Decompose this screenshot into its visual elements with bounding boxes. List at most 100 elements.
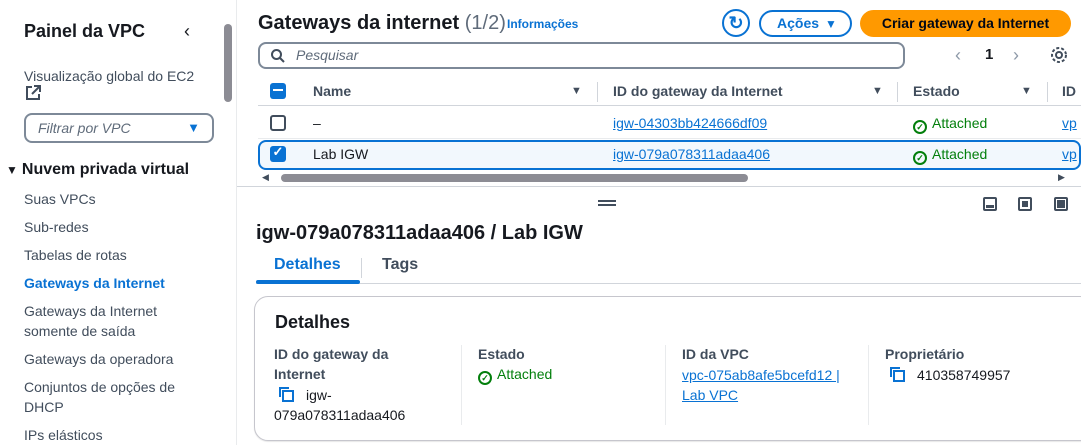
search-icon bbox=[271, 49, 285, 63]
gateway-id-value: igw- bbox=[306, 387, 332, 403]
select-all-checkbox[interactable] bbox=[270, 83, 286, 99]
success-icon: ✓ bbox=[913, 151, 927, 165]
page-title: Gateways da internet (1/2) bbox=[258, 12, 506, 35]
sidebar-item-route-tables[interactable]: Tabelas de rotas bbox=[24, 245, 127, 265]
actions-button[interactable]: Ações ▼ bbox=[759, 10, 852, 37]
column-divider bbox=[461, 345, 462, 425]
state-value: ✓ Attached bbox=[478, 364, 552, 385]
sidebar-link-ec2-global-view[interactable]: Visualização global do EC2 bbox=[24, 66, 194, 86]
cell-gateway-id-link[interactable]: igw-04303bb424666df09 bbox=[613, 115, 767, 131]
split-panel-divider bbox=[237, 186, 1081, 187]
copy-icon[interactable] bbox=[278, 386, 294, 402]
cell-vpc-link[interactable]: vp bbox=[1062, 115, 1077, 131]
search-input[interactable]: Pesquisar bbox=[258, 42, 905, 69]
caret-down-icon: ▼ bbox=[187, 120, 200, 135]
search-placeholder: Pesquisar bbox=[296, 47, 359, 63]
cell-state: ✓ Attached bbox=[913, 115, 987, 134]
column-resizer[interactable] bbox=[897, 82, 898, 102]
tab-tags[interactable]: Tags bbox=[382, 256, 418, 274]
sidebar-item-egress-only-gateways-line2[interactable]: somente de saída bbox=[24, 321, 135, 341]
vpc-id-label: ID da VPC bbox=[682, 346, 749, 362]
external-link-icon[interactable] bbox=[25, 85, 41, 101]
owner-label: Proprietário bbox=[885, 346, 965, 362]
cell-vpc-link[interactable]: vp bbox=[1062, 146, 1077, 162]
panel-full-fill bbox=[1057, 200, 1065, 208]
cell-gateway-id-link[interactable]: igw-079a078311adaa406 bbox=[613, 146, 770, 162]
scroll-left-icon[interactable]: ◀ bbox=[262, 172, 269, 183]
gateway-id-value-line2: 079a078311adaa406 bbox=[274, 407, 406, 423]
sidebar-item-your-vpcs[interactable]: Suas VPCs bbox=[24, 189, 96, 209]
caret-down-icon: ▼ bbox=[825, 17, 837, 31]
tab-details[interactable]: Detalhes bbox=[274, 256, 341, 274]
previous-page-icon[interactable]: ‹ bbox=[955, 45, 961, 66]
success-icon: ✓ bbox=[913, 120, 927, 134]
detail-title: igw-079a078311adaa406 / Lab IGW bbox=[256, 222, 583, 244]
sort-icon[interactable]: ▼ bbox=[571, 85, 582, 97]
page-number[interactable]: 1 bbox=[985, 46, 993, 63]
sidebar-item-carrier-gateways[interactable]: Gateways da operadora bbox=[24, 349, 173, 369]
row-checkbox[interactable]: ✓ bbox=[270, 144, 286, 162]
column-header-state[interactable]: Estado bbox=[913, 83, 960, 99]
sidebar: Painel da VPC ‹ Visualização global do E… bbox=[0, 0, 237, 445]
sidebar-scrollbar[interactable] bbox=[224, 24, 232, 102]
vpc-filter-select[interactable]: Filtrar por VPC ▼ bbox=[24, 113, 214, 143]
column-resizer[interactable] bbox=[597, 82, 598, 102]
active-tab-indicator bbox=[256, 280, 360, 284]
sidebar-section-vpc[interactable]: ▼ Nuvem privada virtual bbox=[6, 161, 189, 179]
cell-name: Lab IGW bbox=[313, 146, 369, 162]
panel-full-icon[interactable] bbox=[1054, 197, 1068, 211]
state-value-text: Attached bbox=[497, 366, 553, 382]
info-link[interactable]: Informações bbox=[507, 17, 578, 31]
gateway-id-label-line2: Internet bbox=[274, 366, 326, 382]
copy-icon[interactable] bbox=[889, 366, 905, 382]
column-header-gateway-id[interactable]: ID do gateway da Internet bbox=[613, 83, 783, 99]
cell-state-text: Attached bbox=[932, 146, 988, 162]
scroll-right-icon[interactable]: ▶ bbox=[1058, 172, 1065, 183]
sidebar-section-label: Nuvem privada virtual bbox=[21, 161, 190, 178]
card-title: Detalhes bbox=[275, 312, 351, 332]
caret-down-icon: ▼ bbox=[6, 163, 18, 177]
owner-value: 410358749957 bbox=[917, 367, 1011, 383]
state-label: Estado bbox=[478, 346, 525, 362]
selection-count: (1/2) bbox=[464, 12, 506, 34]
indeterminate-icon bbox=[273, 89, 283, 91]
sidebar-item-internet-gateways[interactable]: Gateways da Internet bbox=[24, 273, 165, 293]
sidebar-item-dhcp-option-sets[interactable]: Conjuntos de opções de bbox=[24, 377, 175, 397]
sort-icon[interactable]: ▼ bbox=[1021, 85, 1032, 97]
column-resizer[interactable] bbox=[1047, 82, 1048, 102]
sidebar-item-subnets[interactable]: Sub-redes bbox=[24, 217, 89, 237]
resize-handle-icon[interactable] bbox=[598, 200, 616, 206]
row-checkbox[interactable] bbox=[270, 115, 286, 131]
tab-separator bbox=[361, 258, 362, 278]
tabs-divider bbox=[256, 283, 1081, 284]
sidebar-item-egress-only-gateways[interactable]: Gateways da Internet bbox=[24, 301, 157, 321]
horizontal-scrollbar[interactable] bbox=[281, 174, 748, 182]
vpc-id-link[interactable]: vpc-075ab8afe5bcefd12 | bbox=[682, 365, 840, 385]
gateway-id-label: ID do gateway da bbox=[274, 346, 389, 362]
next-page-icon[interactable]: › bbox=[1013, 45, 1019, 66]
column-header-name[interactable]: Name bbox=[313, 83, 351, 99]
panel-side-fill bbox=[1022, 201, 1028, 207]
sidebar-title: Painel da VPC bbox=[24, 21, 146, 41]
column-header-vpc-id[interactable]: ID bbox=[1062, 83, 1076, 99]
cell-name: – bbox=[313, 115, 321, 131]
page-title-text: Gateways da internet bbox=[258, 12, 460, 34]
sidebar-item-dhcp-option-sets-line2[interactable]: DHCP bbox=[24, 397, 64, 417]
sidebar-item-elastic-ips[interactable]: IPs elásticos bbox=[24, 425, 103, 445]
table-header-divider bbox=[258, 105, 1081, 106]
panel-bottom-fill bbox=[986, 205, 994, 208]
collapse-sidebar-icon[interactable]: ‹ bbox=[184, 21, 190, 42]
cell-state: ✓ Attached bbox=[913, 146, 987, 165]
panel-side-icon[interactable] bbox=[1018, 197, 1032, 211]
actions-label: Ações bbox=[777, 15, 820, 31]
gear-icon[interactable] bbox=[1048, 44, 1070, 66]
create-internet-gateway-button[interactable]: Criar gateway da Internet bbox=[860, 10, 1071, 37]
refresh-icon: ↻ bbox=[728, 13, 744, 33]
sort-icon[interactable]: ▼ bbox=[872, 85, 883, 97]
column-divider bbox=[868, 345, 869, 425]
refresh-button[interactable]: ↻ bbox=[722, 9, 750, 37]
column-divider bbox=[665, 345, 666, 425]
vpc-name-link[interactable]: Lab VPC bbox=[682, 385, 738, 405]
cell-state-text: Attached bbox=[932, 115, 988, 131]
panel-bottom-icon[interactable] bbox=[983, 197, 997, 211]
